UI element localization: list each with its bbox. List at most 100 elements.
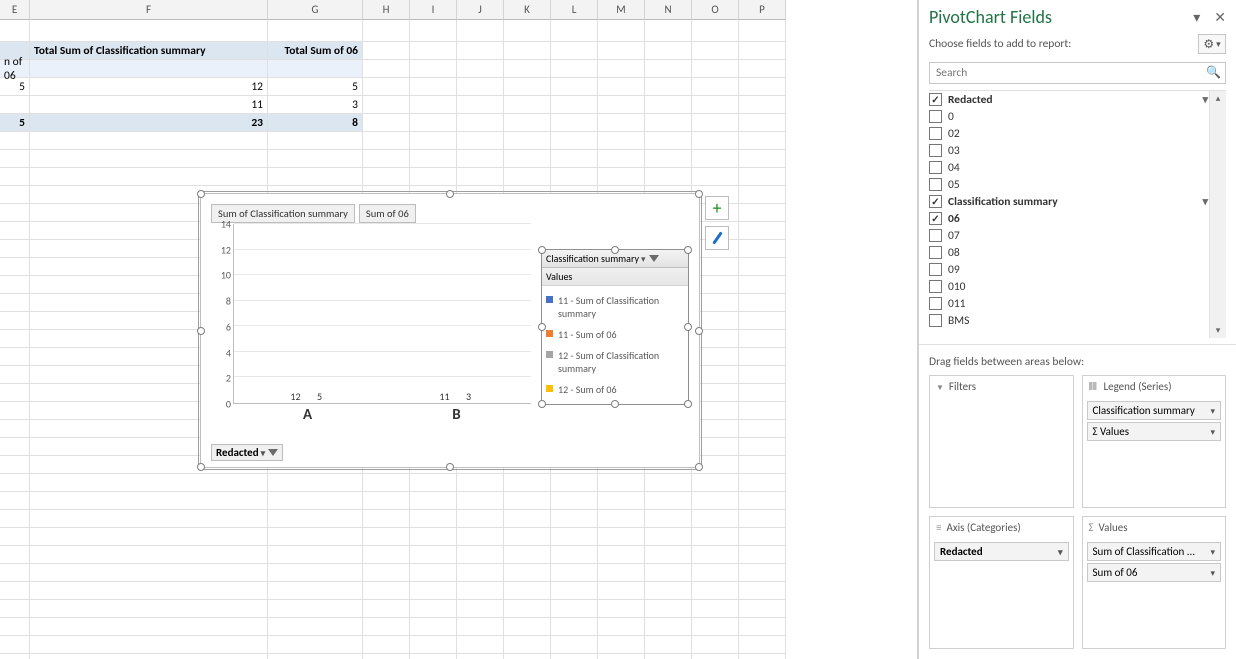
chart-styles-button[interactable] — [705, 226, 729, 250]
field-checkbox[interactable] — [929, 263, 942, 276]
resize-handle[interactable] — [684, 246, 692, 254]
field-checkbox[interactable] — [929, 280, 942, 293]
filters-area[interactable]: Filters — [929, 375, 1074, 508]
cell[interactable]: 5 — [0, 114, 30, 132]
pane-close-button[interactable]: ✕ — [1214, 9, 1226, 26]
plot-area[interactable]: 02468101214 125A113B — [211, 224, 531, 424]
legend-item[interactable]: 12 - Sum of 06 — [546, 379, 684, 400]
field-checkbox[interactable] — [929, 297, 942, 310]
funnel-icon[interactable]: ▾ — [1202, 93, 1208, 106]
table-row[interactable]: n of 06 — [0, 60, 917, 78]
legend-item[interactable]: 11 - Sum of Classification summary — [546, 290, 684, 324]
field-item[interactable]: Classification summary▾ — [929, 193, 1208, 210]
resize-handle[interactable] — [538, 246, 546, 254]
field-checkbox[interactable] — [929, 110, 942, 123]
cell[interactable]: 5 — [0, 78, 30, 96]
fields-list[interactable]: Redacted▾002030405Classification summary… — [929, 90, 1226, 338]
field-item[interactable]: 05 — [929, 176, 1208, 193]
cell[interactable]: 3 — [268, 96, 363, 114]
table-row[interactable] — [0, 636, 917, 654]
resize-handle[interactable] — [695, 327, 703, 335]
field-checkbox[interactable] — [929, 212, 942, 225]
field-checkbox[interactable] — [929, 195, 942, 208]
resize-handle[interactable] — [611, 400, 619, 408]
fields-scrollbar[interactable]: ▴ ▾ — [1209, 91, 1226, 338]
cell[interactable]: 5 — [268, 78, 363, 96]
field-item[interactable]: 04 — [929, 159, 1208, 176]
col-header-f[interactable]: F — [30, 0, 268, 20]
col-header-n[interactable]: N — [645, 0, 692, 20]
field-item[interactable]: 06 — [929, 210, 1208, 227]
field-checkbox[interactable] — [929, 246, 942, 259]
tools-button[interactable]: ⚙ ▾ — [1198, 34, 1226, 54]
field-item[interactable]: 09 — [929, 261, 1208, 278]
series-button[interactable]: Sum of 06 — [359, 204, 416, 223]
spreadsheet-area[interactable]: E F G H I J K L M N O P Total Sum of Cla… — [0, 0, 918, 659]
field-item[interactable]: 07 — [929, 227, 1208, 244]
col-header-k[interactable]: K — [504, 0, 551, 20]
legend-item[interactable]: 12 - Sum of Classification summary — [546, 345, 684, 379]
resize-handle[interactable] — [446, 463, 454, 471]
axis-area[interactable]: Axis (Categories) Redacted — [929, 516, 1074, 649]
col-header-i[interactable]: I — [410, 0, 457, 20]
resize-handle[interactable] — [538, 400, 546, 408]
field-item[interactable]: 02 — [929, 125, 1208, 142]
field-item[interactable]: 010 — [929, 278, 1208, 295]
field-checkbox[interactable] — [929, 144, 942, 157]
legend-area[interactable]: Legend (Series) Classification summaryΣ … — [1082, 375, 1227, 508]
table-row[interactable] — [0, 582, 917, 600]
cell[interactable]: 12 — [30, 78, 268, 96]
scroll-down-icon[interactable]: ▾ — [1216, 323, 1221, 338]
area-pill[interactable]: Redacted — [934, 542, 1069, 561]
scroll-up-icon[interactable]: ▴ — [1216, 91, 1221, 106]
col-header-p[interactable]: P — [739, 0, 786, 20]
table-row[interactable]: 11 3 — [0, 96, 917, 114]
table-row[interactable] — [0, 600, 917, 618]
values-area[interactable]: Values Sum of Classification ...Sum of 0… — [1082, 516, 1227, 649]
resize-handle[interactable] — [197, 327, 205, 335]
field-item[interactable]: Redacted▾ — [929, 91, 1208, 108]
field-checkbox[interactable] — [929, 161, 942, 174]
field-item[interactable]: 08 — [929, 244, 1208, 261]
table-row[interactable]: 5 23 8 — [0, 114, 917, 132]
field-item[interactable]: 0 — [929, 108, 1208, 125]
resize-handle[interactable] — [446, 190, 454, 198]
legend-item[interactable]: 11 - Sum of 06 — [546, 324, 684, 345]
resize-handle[interactable] — [684, 400, 692, 408]
field-item[interactable]: 011 — [929, 295, 1208, 312]
resize-handle[interactable] — [197, 190, 205, 198]
col-header-j[interactable]: J — [457, 0, 504, 20]
axis-filter-button[interactable]: Redacted — [211, 444, 283, 461]
table-row[interactable] — [0, 654, 917, 659]
resize-handle[interactable] — [611, 246, 619, 254]
resize-handle[interactable] — [695, 190, 703, 198]
chart-elements-button[interactable]: + — [705, 196, 729, 220]
cell[interactable]: 8 — [268, 114, 363, 132]
resize-handle[interactable] — [538, 323, 546, 331]
chart-legend[interactable]: Classification summary Values 11 - Sum o… — [541, 249, 689, 405]
col-header-g[interactable]: G — [268, 0, 363, 20]
col-header-m[interactable]: M — [598, 0, 645, 20]
table-row[interactable] — [0, 528, 917, 546]
area-pill[interactable]: Σ Values — [1087, 422, 1222, 441]
table-row[interactable] — [0, 150, 917, 168]
table-row[interactable] — [0, 474, 917, 492]
col-header-e[interactable]: E — [0, 0, 30, 20]
series-button[interactable]: Sum of Classification summary — [211, 204, 355, 223]
table-row[interactable]: 5 12 5 — [0, 78, 917, 96]
field-checkbox[interactable] — [929, 314, 942, 327]
field-checkbox[interactable] — [929, 229, 942, 242]
area-pill[interactable]: Classification summary — [1087, 401, 1222, 420]
field-checkbox[interactable] — [929, 178, 942, 191]
cell[interactable]: 23 — [30, 114, 268, 132]
table-row[interactable] — [0, 168, 917, 186]
resize-handle[interactable] — [684, 323, 692, 331]
col-header-h[interactable]: H — [363, 0, 410, 20]
field-checkbox[interactable] — [929, 127, 942, 140]
table-row[interactable] — [0, 618, 917, 636]
table-row[interactable] — [0, 492, 917, 510]
pivot-chart[interactable]: + Sum of Classification summary Sum of 0… — [200, 193, 700, 468]
area-pill[interactable]: Sum of 06 — [1087, 563, 1222, 582]
table-row[interactable]: Total Sum of Classification summary Tota… — [0, 42, 917, 60]
field-item[interactable]: 03 — [929, 142, 1208, 159]
